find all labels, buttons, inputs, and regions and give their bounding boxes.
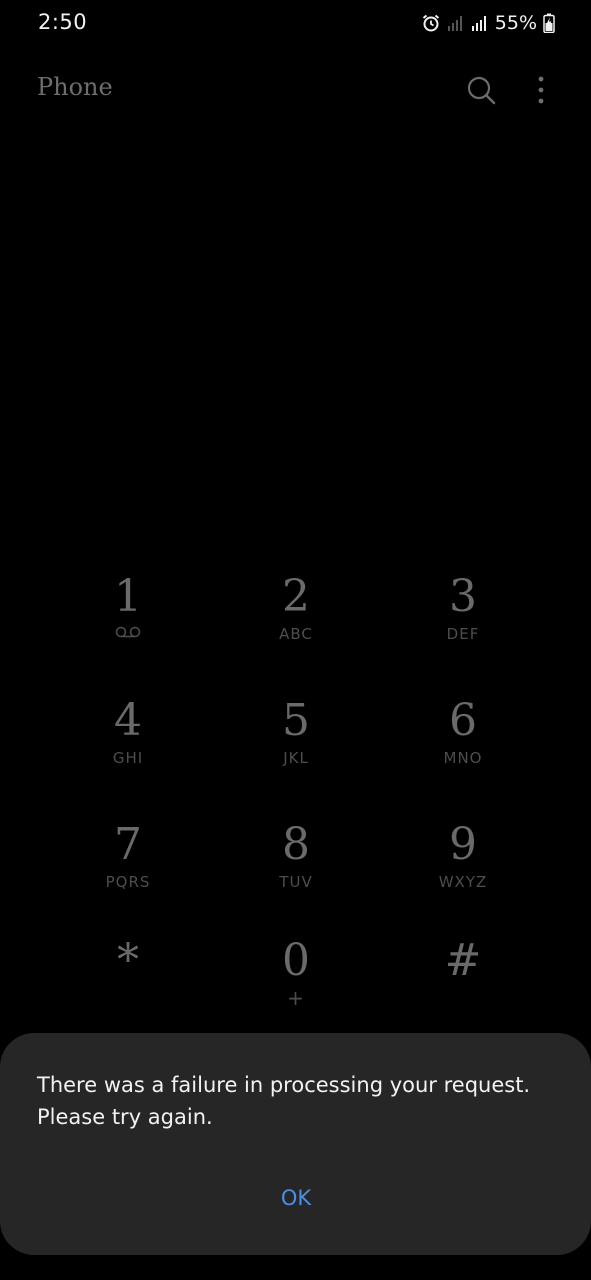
page-title: Phone [37, 73, 113, 101]
key-letters: GHI [112, 749, 144, 767]
dialog-message: There was a failure in processing your r… [37, 1073, 531, 1129]
alarm-icon [421, 13, 441, 33]
key-digit: 7 [114, 819, 142, 870]
key-letters: ABC [279, 625, 313, 643]
key-digit: 5 [282, 695, 310, 746]
key-letters: + [287, 986, 305, 1010]
dialpad-key-0[interactable]: 0 + [226, 934, 366, 1044]
key-digit: * [117, 935, 139, 986]
dialpad-key-5[interactable]: 5 JKL [226, 694, 366, 804]
key-letters: TUV [279, 873, 313, 891]
key-letters: WXYZ [438, 873, 488, 891]
error-dialog: There was a failure in processing your r… [0, 1033, 591, 1255]
key-digit: 3 [449, 571, 477, 622]
key-letters: MNO [443, 749, 483, 767]
voicemail-icon [115, 626, 141, 638]
key-digit: 1 [114, 571, 142, 622]
more-vertical-icon [538, 76, 544, 104]
search-icon [467, 76, 496, 105]
ok-button[interactable]: OK [246, 1173, 346, 1223]
dialpad-key-star[interactable]: * [58, 934, 198, 1044]
key-digit: 2 [282, 571, 310, 622]
key-digit: 4 [114, 695, 142, 746]
dialpad-key-hash[interactable]: # [393, 934, 533, 1044]
signal-icon [447, 14, 465, 32]
dialpad-key-7[interactable]: 7 PQRS [58, 818, 198, 928]
dialpad-key-8[interactable]: 8 TUV [226, 818, 366, 928]
search-button[interactable] [463, 72, 499, 108]
key-letters: DEF [446, 625, 480, 643]
dialpad-key-2[interactable]: 2 ABC [226, 570, 366, 680]
dialpad-key-3[interactable]: 3 DEF [393, 570, 533, 680]
dialpad-key-1[interactable]: 1 [58, 570, 198, 680]
dialpad-key-9[interactable]: 9 WXYZ [393, 818, 533, 928]
key-digit: # [444, 935, 482, 986]
battery-charging-icon [543, 13, 555, 33]
key-letters: JKL [283, 749, 309, 767]
key-digit: 8 [282, 819, 310, 870]
key-digit: 9 [449, 819, 477, 870]
battery-percentage: 55% [494, 12, 537, 34]
status-bar: 2:50 55% [0, 0, 591, 46]
dialpad-key-4[interactable]: 4 GHI [58, 694, 198, 804]
more-options-button[interactable] [523, 72, 559, 108]
key-letters: PQRS [105, 873, 151, 891]
status-time: 2:50 [38, 10, 88, 34]
dialpad-key-6[interactable]: 6 MNO [393, 694, 533, 804]
key-digit: 6 [449, 695, 477, 746]
status-icons: 55% [421, 10, 555, 36]
signal-icon [471, 14, 489, 32]
key-digit: 0 [282, 935, 310, 986]
app-header: Phone [0, 60, 591, 120]
